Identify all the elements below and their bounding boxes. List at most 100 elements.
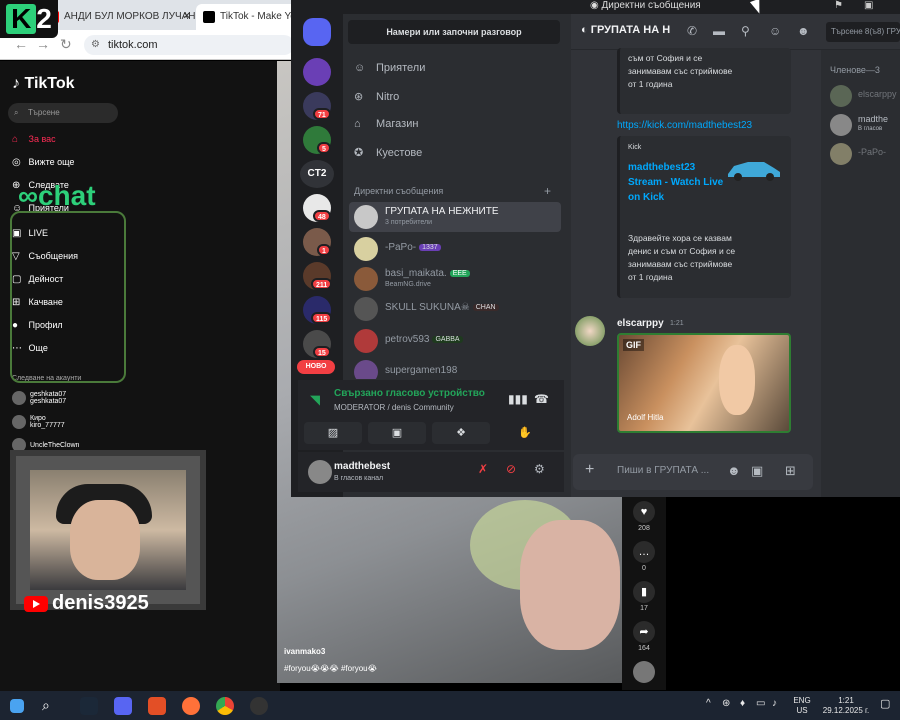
help-icon[interactable]: ▣ (864, 0, 873, 11)
add-member-icon[interactable]: ☺ (769, 24, 781, 38)
avatar (830, 85, 852, 107)
camera-off-icon[interactable]: ▨ (304, 422, 362, 444)
clock[interactable]: 1:21 29.12.2025 г. (818, 696, 874, 716)
browser-tab[interactable]: АНДИ БУЛ МОРКОВ ЛУЧАНО ✕ (40, 4, 195, 30)
author-avatar[interactable] (575, 316, 605, 346)
back-icon[interactable]: ← (14, 36, 28, 52)
video-hashtags[interactable]: #foryou😭😭😭 #foryou😭 (284, 664, 377, 673)
message-author[interactable]: elscarppy (617, 318, 664, 329)
url-input[interactable]: ⚙ tiktok.com (84, 35, 294, 55)
add-attachment-icon[interactable]: + (585, 461, 594, 479)
mic-icon[interactable]: ♦ (740, 699, 745, 709)
user-avatar[interactable] (308, 460, 332, 484)
mic-muted-icon[interactable]: ✗ (478, 462, 488, 476)
discord-home-icon[interactable] (303, 18, 331, 46)
members-icon[interactable]: ☻ (797, 24, 810, 38)
find-conversation-input[interactable]: Намери или започни разговор (348, 20, 560, 44)
member-item[interactable]: -PaPo- (830, 141, 900, 167)
network-icon[interactable]: ▭ (756, 699, 765, 709)
dm-activity: BeamNG.drive (385, 281, 431, 288)
server-ct2[interactable]: CT2 (300, 160, 334, 188)
nav-nitro[interactable]: ⊛ Nitro (354, 90, 399, 103)
tab-label: АНДИ БУЛ МОРКОВ ЛУЧАНО (64, 11, 195, 22)
account-name: UncleTheClown (30, 441, 80, 449)
like-button[interactable]: ♥ 208 (632, 501, 656, 532)
usb-icon[interactable]: ⊛ (722, 699, 730, 709)
search-icon[interactable]: ⌕ (42, 697, 60, 715)
soundboard-icon[interactable]: ✋ (496, 422, 554, 444)
gift-icon[interactable]: ⊞ (785, 463, 796, 479)
voice-channel-link[interactable]: MODERATOR / denis Community (334, 403, 454, 412)
car-thumbnail[interactable] (724, 152, 782, 184)
member-name: -PaPo- (858, 147, 887, 157)
following-account[interactable]: Киро kiro_77777 (12, 415, 65, 429)
bookmark-button[interactable]: ▮ 17 (632, 581, 656, 612)
steam-icon[interactable] (80, 697, 98, 715)
inbox-icon[interactable]: ⚑ (834, 0, 843, 11)
dm-item[interactable]: petrov593 GABBA (349, 326, 561, 356)
group-avatar (354, 205, 378, 229)
nav-explore[interactable]: ◎ Вижте още (12, 157, 74, 168)
forward-icon[interactable]: → (36, 36, 50, 52)
channel-search-input[interactable]: Търсене 8(ъ8) ГРУ (826, 22, 900, 42)
member-item[interactable]: elscarppy (830, 83, 900, 109)
search-icon: ⌕ (14, 108, 19, 117)
unread-badge: 15 (313, 346, 331, 358)
unread-badge: 5 (317, 142, 331, 154)
following-account[interactable]: geshkata07 geshkata07 (12, 391, 66, 405)
dm-item-group[interactable]: ГРУПАТА НА НЕЖНИТЕ 3 потребители (349, 202, 561, 232)
obs-icon[interactable] (250, 697, 268, 715)
start-icon[interactable] (10, 699, 24, 713)
firefox-icon[interactable] (182, 697, 200, 715)
volume-icon[interactable]: ♪ (772, 699, 777, 709)
emoji-icon[interactable]: ☻ (727, 463, 741, 478)
server-icon[interactable] (303, 58, 331, 86)
embed-title[interactable]: madthebest23 Stream - Watch Live on Kick (628, 160, 728, 205)
disconnect-icon[interactable]: ☎ (534, 392, 549, 406)
dm-name-row: -PaPo- 1337 (385, 242, 441, 253)
call-icon[interactable]: ✆ (687, 24, 697, 38)
dm-item[interactable]: supergamen198 (349, 357, 561, 379)
k2-logo: K2 (0, 0, 58, 38)
new-badge: НОВО (297, 360, 335, 374)
sound-disc[interactable] (632, 661, 656, 683)
site-info-icon[interactable]: ⚙ (91, 35, 100, 55)
settings-icon[interactable]: ⚙ (534, 462, 545, 476)
comment-button[interactable]: … 0 (632, 541, 656, 572)
video-icon[interactable]: ▬ (713, 24, 725, 38)
message-composer[interactable]: + Пиши в ГРУПАТА ... ☻ ▣ ⊞ (573, 454, 813, 490)
gif-attachment[interactable]: GIF Adolf Hitla (617, 333, 791, 433)
pin-icon[interactable]: ⚲ (741, 24, 750, 38)
dm-item[interactable]: -PaPo- 1337 (349, 234, 561, 264)
image-icon[interactable]: ▣ (751, 463, 763, 479)
language-indicator[interactable]: ENG US (790, 696, 814, 716)
screen-share-icon[interactable]: ▣ (368, 422, 426, 444)
quests-icon: ✪ (354, 147, 364, 159)
nav-quests[interactable]: ✪ Куестове (354, 146, 422, 159)
close-icon[interactable]: ✕ (183, 4, 191, 30)
noise-suppression-icon[interactable]: ▮▮▮ (508, 392, 528, 406)
tiktok-logo[interactable]: ♪ TikTok (12, 75, 75, 93)
reload-icon[interactable]: ↻ (60, 36, 72, 53)
member-item[interactable]: madthe В гласов (830, 112, 900, 138)
game-icon[interactable] (148, 697, 166, 715)
tray-chevron-icon[interactable]: ^ (706, 699, 711, 709)
share-button[interactable]: ➦ 164 (632, 621, 656, 652)
video-author[interactable]: ivanmako3 (284, 647, 325, 656)
notification-icon[interactable]: ▢ (880, 699, 890, 710)
nav-for-you[interactable]: ⌂ За вас (12, 134, 56, 145)
nav-friends[interactable]: ☺ Приятели (354, 62, 425, 74)
chrome-icon[interactable] (216, 697, 234, 715)
discord-icon[interactable] (114, 697, 132, 715)
nav-shop[interactable]: ⌂ Магазин (354, 118, 418, 130)
deafened-icon[interactable]: ⊘ (506, 462, 516, 476)
activities-icon[interactable]: ❖ (432, 422, 490, 444)
dm-item[interactable]: SKULL SUKUNA☠ CHAN (349, 294, 561, 324)
comment-count: 0 (642, 565, 646, 572)
create-dm-icon[interactable]: + (544, 184, 551, 198)
tiktok-search-input[interactable]: ⌕ Търсене (8, 103, 118, 123)
embed-description: Здравейте хора се казвам денис и съм от … (628, 233, 736, 282)
message-link[interactable]: https://kick.com/madthebest23 (617, 120, 752, 131)
browser-tab-active[interactable]: TikTok - Make Your (196, 4, 296, 30)
dm-item[interactable]: basi_maikata. EEE BeamNG.drive (349, 264, 561, 294)
